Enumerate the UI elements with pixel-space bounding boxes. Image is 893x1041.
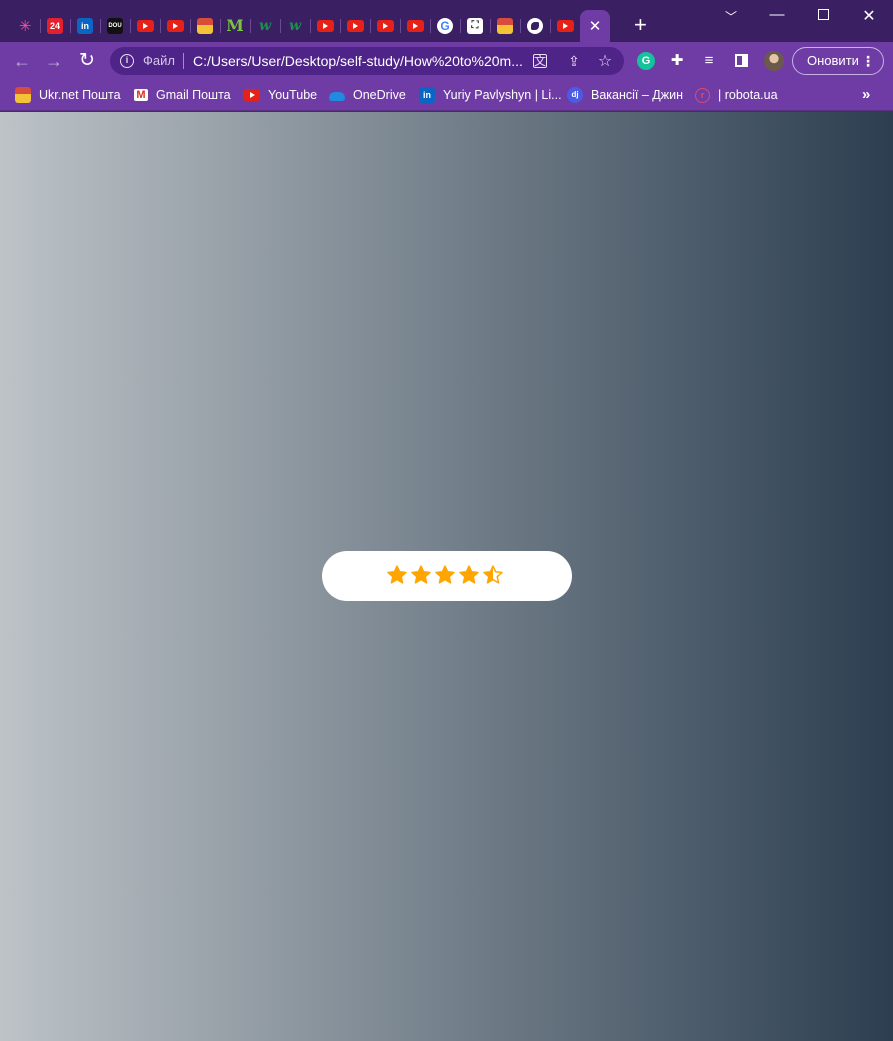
tab[interactable] xyxy=(400,10,430,42)
chevron-down-icon[interactable]: ﹀ xyxy=(716,8,746,25)
tab[interactable]: M xyxy=(220,10,250,42)
tab[interactable] xyxy=(190,10,220,42)
bookmark-label: | robota.ua xyxy=(718,88,778,102)
back-button[interactable]: ← xyxy=(10,49,34,73)
youtube-icon xyxy=(376,20,394,32)
star-half-icon[interactable] xyxy=(482,564,504,586)
tab[interactable]: w xyxy=(280,10,310,42)
star-full-icon[interactable] xyxy=(434,564,456,586)
star-full-icon[interactable] xyxy=(410,564,432,586)
maximize-button[interactable] xyxy=(808,6,838,24)
youtube-icon xyxy=(346,20,364,32)
translate-icon[interactable]: 文 xyxy=(533,54,547,68)
bookmarks-overflow-icon[interactable]: » xyxy=(862,86,870,103)
ukrnet-icon xyxy=(497,18,513,34)
reload-button[interactable]: ↻ xyxy=(75,49,99,73)
url-text[interactable]: C:/Users/User/Desktop/self-study/How%20t… xyxy=(193,53,528,69)
youtube-icon xyxy=(556,20,574,32)
w-icon: w xyxy=(288,18,302,34)
tab-list: ✳ 24 in DOU M w w G ⛶ ✕ xyxy=(10,10,610,42)
google-icon: G xyxy=(437,18,453,34)
tab[interactable]: DOU xyxy=(100,10,130,42)
tab[interactable]: ⛶ xyxy=(460,10,490,42)
minimize-button[interactable]: — xyxy=(762,6,792,23)
linkedin-icon: in xyxy=(419,87,435,103)
pinwheel-icon: ✳ xyxy=(18,17,32,35)
side-panel-icon[interactable] xyxy=(732,52,750,70)
youtube-icon xyxy=(316,20,334,32)
divider xyxy=(183,53,184,69)
tab[interactable]: ✳ xyxy=(10,10,40,42)
bookmark-star-icon[interactable]: ☆ xyxy=(597,51,613,71)
more-menu-icon[interactable]: ⋮ xyxy=(861,48,875,74)
bookmark-label: Вакансії – Джин xyxy=(591,88,683,102)
page-viewport xyxy=(0,112,893,1041)
bookmark-onedrive[interactable]: OneDrive xyxy=(328,86,406,104)
bookmark-robota[interactable]: r | robota.ua xyxy=(695,86,778,104)
bookmark-label: OneDrive xyxy=(353,88,406,102)
photo-icon: ⛶ xyxy=(467,18,483,34)
avatar[interactable] xyxy=(764,51,784,71)
tab[interactable]: 24 xyxy=(40,10,70,42)
onedrive-icon xyxy=(328,87,345,103)
gmail-icon: M xyxy=(134,89,148,101)
close-icon[interactable]: ✕ xyxy=(589,17,602,35)
globe-icon xyxy=(527,18,543,34)
news24-icon: 24 xyxy=(47,18,63,34)
extensions-icon[interactable]: ✚ xyxy=(668,52,686,70)
youtube-icon xyxy=(406,20,424,32)
site-label: Файл xyxy=(143,53,175,68)
youtube-icon xyxy=(243,89,260,101)
star-rating[interactable] xyxy=(386,564,504,588)
tab[interactable] xyxy=(520,10,550,42)
youtube-icon xyxy=(136,20,154,32)
tab[interactable]: w xyxy=(250,10,280,42)
window-close-button[interactable]: ✕ xyxy=(854,6,884,26)
star-full-icon[interactable] xyxy=(458,564,480,586)
bookmark-gmail[interactable]: M Gmail Пошта xyxy=(134,86,231,104)
tab[interactable] xyxy=(130,10,160,42)
grammarly-icon[interactable]: G xyxy=(637,52,655,70)
linkedin-icon: in xyxy=(77,18,93,34)
tab-strip: ✳ 24 in DOU M w w G ⛶ ✕ + ﹀ — ✕ xyxy=(0,0,893,42)
bookmark-ukrnet[interactable]: Ukr.net Пошта xyxy=(15,86,121,104)
update-label: Оновити xyxy=(807,53,859,68)
monobank-icon: M xyxy=(227,18,243,34)
dou-icon: DOU xyxy=(107,18,123,34)
maximize-icon xyxy=(817,9,829,20)
ukrnet-icon xyxy=(15,87,31,103)
bookmark-label: Yuriy Pavlyshyn | Li... xyxy=(443,88,562,102)
forward-button[interactable]: → xyxy=(42,49,66,73)
toolbar: ← → ↻ i Файл C:/Users/User/Desktop/self-… xyxy=(0,42,893,80)
bookmark-label: YouTube xyxy=(268,88,318,102)
share-icon[interactable]: ⇪ xyxy=(566,53,582,70)
update-button[interactable]: Оновити ⋮ xyxy=(792,47,884,75)
tab[interactable] xyxy=(370,10,400,42)
rating-card xyxy=(322,551,572,601)
tab-active[interactable]: ✕ xyxy=(580,10,610,42)
bookmark-djinni[interactable]: dj Вакансії – Джин xyxy=(567,86,683,104)
bookmark-youtube[interactable]: YouTube xyxy=(243,86,317,104)
tab[interactable]: G xyxy=(430,10,460,42)
w-icon: w xyxy=(258,18,272,34)
new-tab-button[interactable]: + xyxy=(634,14,647,36)
address-bar[interactable]: i Файл C:/Users/User/Desktop/self-study/… xyxy=(110,47,624,75)
tab[interactable]: in xyxy=(70,10,100,42)
tab[interactable] xyxy=(550,10,580,42)
ukrnet-icon xyxy=(197,18,213,34)
tab[interactable] xyxy=(160,10,190,42)
bookmark-label: Ukr.net Пошта xyxy=(39,88,121,102)
media-control-icon[interactable]: ≡ xyxy=(700,52,718,70)
youtube-icon xyxy=(166,20,184,32)
tab[interactable] xyxy=(340,10,370,42)
tab[interactable] xyxy=(310,10,340,42)
robota-icon: r xyxy=(695,87,710,103)
info-icon[interactable]: i xyxy=(120,54,134,68)
bookmark-label: Gmail Пошта xyxy=(156,88,231,102)
tab[interactable] xyxy=(490,10,520,42)
bookmarks-bar: Ukr.net Пошта M Gmail Пошта YouTube OneD… xyxy=(0,80,893,111)
bookmark-linkedin[interactable]: in Yuriy Pavlyshyn | Li... xyxy=(419,86,562,104)
star-full-icon[interactable] xyxy=(386,564,408,586)
djinni-icon: dj xyxy=(567,87,583,103)
